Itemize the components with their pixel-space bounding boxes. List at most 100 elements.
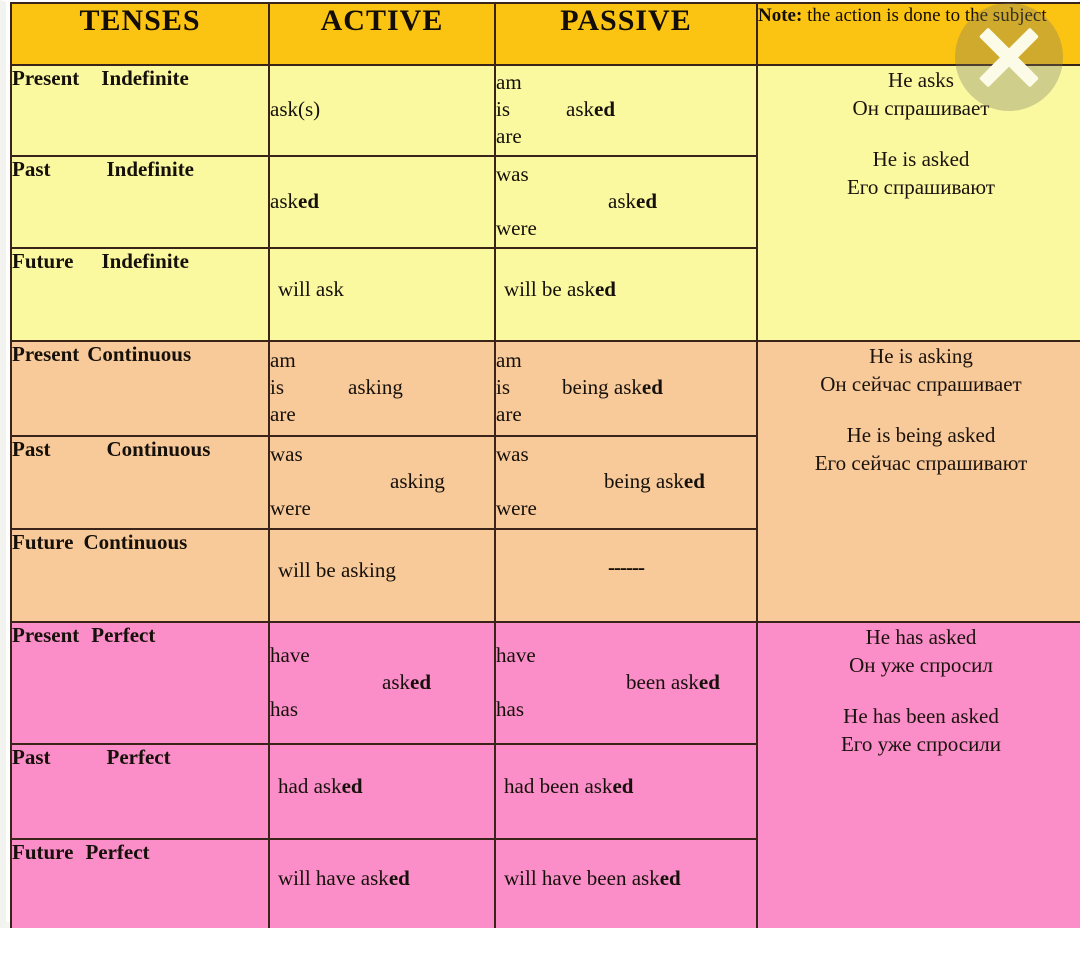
passive-auxiliary: was <box>496 162 529 186</box>
active-auxiliary: have <box>270 643 310 667</box>
active-line: asked <box>270 189 319 213</box>
tense-name-cell: Past Indefinite <box>10 155 270 249</box>
note-cell: He has asked Он уже спросил He has been as… <box>756 621 1080 930</box>
active-cell: was asking were <box>268 435 496 530</box>
passive-cell: will have been asked <box>494 838 758 930</box>
passive-line: is asked <box>496 96 756 123</box>
tense-name-cell: Past Continuous <box>10 435 270 530</box>
active-main-verb: asked <box>382 670 431 694</box>
note-line: He has been asked <box>843 703 999 728</box>
close-button[interactable] <box>955 3 1063 111</box>
note-line: Его сейчас спрашивают <box>814 451 1028 476</box>
active-form-text: will be asking <box>278 558 396 582</box>
passive-cell: was being asked were <box>494 435 758 530</box>
passive-cell: am is asked are <box>494 64 758 157</box>
passive-cell: will be asked <box>494 247 758 342</box>
active-auxiliary: are <box>270 402 296 426</box>
table-frame: TENSES ACTIVE PASSIVE Note: the action i… <box>0 0 1080 930</box>
tense-period: Present <box>12 342 80 366</box>
active-line: ask(s) <box>270 97 321 121</box>
passive-main-verb: asked <box>566 97 616 121</box>
active-line <box>270 161 494 188</box>
tense-period: Future <box>12 249 74 273</box>
passive-line: am <box>496 69 756 96</box>
tense-aspect: Indefinite <box>106 157 195 181</box>
tense-aspect: Perfect <box>85 840 150 864</box>
tense-period: Future <box>12 840 74 864</box>
tense-aspect: Continuous <box>83 530 188 554</box>
active-auxiliary: were <box>270 496 311 520</box>
active-form-text: will ask <box>278 277 344 301</box>
passive-line: were <box>496 215 756 242</box>
tense-aspect: Continuous <box>87 342 192 366</box>
passive-line: was <box>496 161 756 188</box>
passive-auxiliary: were <box>496 496 537 520</box>
passive-line: been asked <box>496 669 756 696</box>
active-line: asked <box>270 669 494 696</box>
passive-main-verb: being asked <box>562 375 663 399</box>
table-row: Present Indefinite ask(s) am is asked are He as… <box>10 64 1080 342</box>
screenshot-root: TENSES ACTIVE PASSIVE Note: the action i… <box>0 0 1080 955</box>
active-cell: have asked has <box>268 621 496 745</box>
passive-line: being asked <box>496 468 756 495</box>
active-line: are <box>270 401 494 428</box>
passive-main-verb: asked <box>608 189 657 213</box>
active-cell: will be asking <box>268 528 496 623</box>
active-auxiliary: am <box>270 348 296 372</box>
active-auxiliary: is <box>270 375 285 399</box>
passive-cell: am is being asked are <box>494 340 758 437</box>
active-line <box>270 215 494 242</box>
note-spacer <box>758 399 1080 421</box>
active-form-text: had asked <box>278 774 363 798</box>
tense-period: Present <box>12 623 80 647</box>
passive-auxiliary: was <box>496 442 529 466</box>
note-spacer <box>758 123 1080 145</box>
note-cell: He asks Он спрашивает He is asked Его спраш… <box>756 64 1080 342</box>
passive-line: asked <box>496 188 756 215</box>
tense-period: Past <box>12 157 51 181</box>
passive-auxiliary: were <box>496 216 537 240</box>
note-line: He is asked <box>872 146 970 171</box>
tenses-table-body: Present Indefinite ask(s) am is asked are He as… <box>10 64 1080 930</box>
active-cell: will ask <box>268 247 496 342</box>
passive-cell: have been asked has <box>494 621 758 745</box>
table-row: Present Perfect have asked has have been asked… <box>10 621 1080 930</box>
tense-name-cell: Present Continuous <box>10 340 270 437</box>
active-line: is asking <box>270 374 494 401</box>
note-line: Его спрашивают <box>846 175 995 200</box>
note-line: He is being asked <box>846 422 996 447</box>
passive-form-text: had been asked <box>504 774 634 798</box>
bottom-white-strip <box>0 928 1080 955</box>
active-main-verb: asking <box>390 469 445 493</box>
passive-auxiliary: is <box>496 97 511 121</box>
tense-aspect: Indefinite <box>101 66 189 90</box>
tense-name-cell: Future Indefinite <box>10 247 270 342</box>
active-line: was <box>270 441 494 468</box>
note-cell: He is asking Он сейчас спрашивает He is be… <box>756 340 1080 623</box>
passive-form-text: ------ <box>608 555 645 579</box>
passive-auxiliary: has <box>496 697 524 721</box>
tense-period: Future <box>12 530 74 554</box>
tense-name-cell: Past Perfect <box>10 743 270 840</box>
active-line <box>270 123 494 150</box>
tense-aspect: Perfect <box>91 623 156 647</box>
passive-line: is being asked <box>496 374 756 401</box>
passive-main-verb: been asked <box>626 670 720 694</box>
table-row: Present Continuous am is asking are am is being … <box>10 340 1080 623</box>
passive-auxiliary: are <box>496 124 522 148</box>
note-line: Его уже спросили <box>840 732 1002 757</box>
tense-name-cell: Present Indefinite <box>10 64 270 157</box>
active-cell: will have asked <box>268 838 496 930</box>
header-tenses: TENSES <box>10 2 270 66</box>
tense-period: Past <box>12 437 51 461</box>
active-form-text: will have asked <box>278 866 410 890</box>
passive-auxiliary: have <box>496 643 536 667</box>
active-cell: am is asking are <box>268 340 496 437</box>
header-note-label: Note: <box>758 5 803 26</box>
active-main-verb: asking <box>348 375 403 399</box>
tense-name-cell: Future Perfect <box>10 838 270 930</box>
header-active: ACTIVE <box>268 2 496 66</box>
tense-period: Past <box>12 745 51 769</box>
passive-form-text: will have been asked <box>504 866 681 890</box>
tense-name-cell: Future Continuous <box>10 528 270 623</box>
